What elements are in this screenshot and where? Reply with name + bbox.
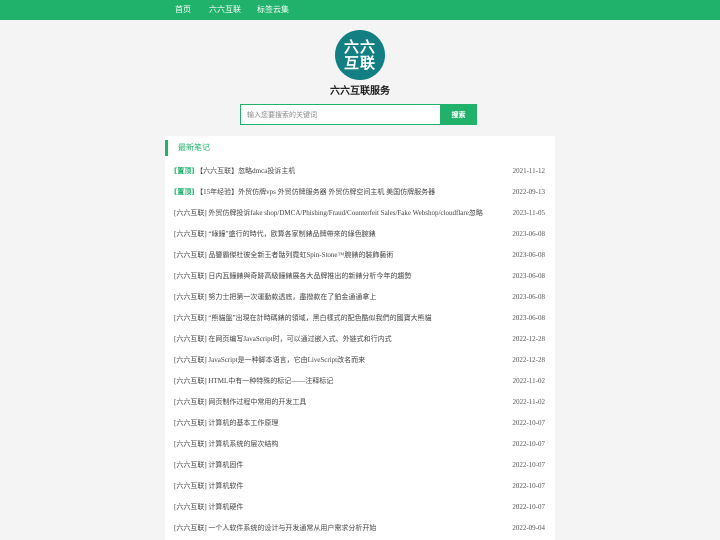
post-title: [六六互联] 一个人软件系统的设计与开发通常从用户需求分析开始 [174,524,377,532]
post-title-link[interactable]: [六六互联] 在网页编写JavaScript时，可以通过嵌入式、外链式和行内式 [174,329,392,350]
post-title-link[interactable]: [六六互联] HTML中有一种特殊的标记——注释标记 [174,371,333,392]
post-row[interactable]: [六六互联] 计算机的基本工作原理 2022-10-07 [165,413,555,434]
post-row[interactable]: [六六互联] 网页制作过程中常用的开发工具 2022-11-02 [165,392,555,413]
pinned-badge: [置顶] [174,167,195,175]
post-title: [六六互联] 计算机的基本工作原理 [174,419,279,427]
section-header: 最新笔记 [165,140,555,156]
post-title: [六六互联] JavaScript是一种脚本语言，它由LiveScript改名而… [174,356,366,364]
nav-item-liuliu[interactable]: 六六互联 [209,0,241,20]
post-date: 2023-06-08 [512,314,545,322]
post-row[interactable]: [六六互联] 品鑒霸傑杜彼全新王者骷列霓虹Spin-Stone™腕錶的裝飾藝術 2… [165,245,555,266]
post-row[interactable]: [六六互联] “綠鐘”盛行的時代，欧算各家制錶品牌帶來的綠色腕錶 2023-06-… [165,224,555,245]
post-list: [置顶] 【六六互联】忽略dmca投诉主机 2021-11-12 [置顶] 【15年… [165,161,555,539]
post-title-link[interactable]: [置顶] 【六六互联】忽略dmca投诉主机 [174,161,295,182]
post-title-link[interactable]: [六六互联] 日内瓦鐘錶與奇跡高級鐘錶展各大品牌推出的新錶分析今年的趨勢 [174,266,411,287]
pinned-badge: [置顶] [174,188,195,196]
post-date: 2022-10-07 [512,482,545,490]
post-date: 2021-11-12 [512,167,545,175]
site-title: 六六互联服务 [330,86,390,97]
post-title-link[interactable]: [六六互联] “熊貓盤”出現在計時碼錶的領域，黑白樣式的配色酷似我們的國寶大熊貓 [174,308,432,329]
post-row[interactable]: [六六互联] 一个人软件系统的设计与开发通常从用户需求分析开始 2022-09-0… [165,518,555,539]
post-date: 2022-10-07 [512,503,545,511]
post-row[interactable]: [六六互联] “熊貓盤”出現在計時碼錶的領域，黑白樣式的配色酷似我們的國寶大熊貓… [165,308,555,329]
post-title: [六六互联] 网页制作过程中常用的开发工具 [174,398,307,406]
post-date: 2022-09-13 [512,188,545,196]
site-logo[interactable]: 六六互联 [335,30,385,80]
top-navigation-bar: 首页 六六互联 标签云集 [0,0,720,20]
post-row[interactable]: [六六互联] 在网页编写JavaScript时，可以通过嵌入式、外链式和行内式 2… [165,329,555,350]
post-title-link[interactable]: [六六互联] 计算机硬件 [174,497,243,518]
post-title: 【15年经验】外贸仿牌vps 外贸仿牌服务器 外贸仿牌空间主机 美国仿牌服务器 [196,188,436,196]
post-title: [六六互联] 计算机系统的层次结构 [174,440,279,448]
post-title: [六六互联] 品鑒霸傑杜彼全新王者骷列霓虹Spin-Stone™腕錶的裝飾藝術 [174,251,394,259]
logo-text: 六六互联 [343,38,376,72]
post-row[interactable]: [六六互联] 计算机硬件 2022-10-07 [165,497,555,518]
post-date: 2023-06-08 [512,272,545,280]
post-date: 2023-06-08 [512,251,545,259]
post-title-link[interactable]: [六六互联] 计算机的基本工作原理 [174,413,278,434]
post-date: 2022-10-07 [512,440,545,448]
post-title-link[interactable]: [六六互联] 外贸仿牌投诉fake shop/DMCA/Phishing/Fra… [174,203,483,224]
search-input[interactable] [240,104,441,125]
post-title: [六六互联] 计算机软件 [174,482,244,490]
section-accent-bar [165,140,168,156]
post-row[interactable]: [六六互联] 计算机系统的层次结构 2022-10-07 [165,434,555,455]
post-title-link[interactable]: [六六互联] 计算机软件 [174,476,243,497]
post-title-link[interactable]: [六六互联] 品鑒霸傑杜彼全新王者骷列霓虹Spin-Stone™腕錶的裝飾藝術 [174,245,393,266]
post-date: 2022-12-28 [512,356,545,364]
post-title: [六六互联] 外贸仿牌投诉fake shop/DMCA/Phishing/Fra… [174,209,483,217]
post-title-link[interactable]: [六六互联] 计算机系统的层次结构 [174,434,278,455]
post-title-link[interactable]: [六六互联] 计算机固件 [174,455,243,476]
post-row[interactable]: [六六互联] 计算机软件 2022-10-07 [165,476,555,497]
post-row[interactable]: [六六互联] HTML中有一种特殊的标记——注释标记 2022-11-02 [165,371,555,392]
post-date: 2022-11-02 [512,398,545,406]
post-row[interactable]: [六六互联] 外贸仿牌投诉fake shop/DMCA/Phishing/Fra… [165,203,555,224]
nav-item-home[interactable]: 首页 [175,0,191,20]
post-date: 2023-11-05 [512,209,545,217]
post-title: [六六互联] HTML中有一种特殊的标记——注释标记 [174,377,334,385]
post-title: [六六互联] “綠鐘”盛行的時代，欧算各家制錶品牌帶來的綠色腕錶 [174,230,376,238]
post-title: [六六互联] “熊貓盤”出現在計時碼錶的領域，黑白樣式的配色酷似我們的國寶大熊貓 [174,314,432,322]
post-title-link[interactable]: [六六互联] 努力士把第一次運動款透底，盡撥款在了鉑金通通拿上 [174,287,376,308]
post-title-link[interactable]: [置顶] 【15年经验】外贸仿牌vps 外贸仿牌服务器 外贸仿牌空间主机 美国仿… [174,182,435,203]
post-title: 【六六互联】忽略dmca投诉主机 [196,167,296,175]
nav-item-tag-cloud[interactable]: 标签云集 [257,0,289,20]
post-date: 2022-11-02 [512,377,545,385]
post-title: [六六互联] 计算机硬件 [174,503,244,511]
post-title-link[interactable]: [六六互联] 网页制作过程中常用的开发工具 [174,392,306,413]
post-date: 2023-06-08 [512,230,545,238]
post-date: 2022-10-07 [512,419,545,427]
post-row[interactable]: [置顶] 【六六互联】忽略dmca投诉主机 2021-11-12 [165,161,555,182]
post-title-link[interactable]: [六六互联] 一个人软件系统的设计与开发通常从用户需求分析开始 [174,518,376,539]
post-row[interactable]: [六六互联] JavaScript是一种脚本语言，它由LiveScript改名而… [165,350,555,371]
post-title: [六六互联] 在网页编写JavaScript时，可以通过嵌入式、外链式和行内式 [174,335,392,343]
post-title-link[interactable]: [六六互联] “綠鐘”盛行的時代，欧算各家制錶品牌帶來的綠色腕錶 [174,224,376,245]
post-title-link[interactable]: [六六互联] JavaScript是一种脚本语言，它由LiveScript改名而… [174,350,365,371]
post-title: [六六互联] 日内瓦鐘錶與奇跡高級鐘錶展各大品牌推出的新錶分析今年的趨勢 [174,272,412,280]
post-title: [六六互联] 努力士把第一次運動款透底，盡撥款在了鉑金通通拿上 [174,293,377,301]
post-title: [六六互联] 计算机固件 [174,461,244,469]
post-date: 2022-12-28 [512,335,545,343]
post-row[interactable]: [六六互联] 计算机固件 2022-10-07 [165,455,555,476]
post-date: 2023-06-08 [512,293,545,301]
post-row[interactable]: [六六互联] 日内瓦鐘錶與奇跡高級鐘錶展各大品牌推出的新錶分析今年的趨勢 2023… [165,266,555,287]
latest-notes-panel: 最新笔记 [置顶] 【六六互联】忽略dmca投诉主机 2021-11-12 [置顶]… [165,136,555,540]
post-row[interactable]: [六六互联] 努力士把第一次運動款透底，盡撥款在了鉑金通通拿上 2023-06-0… [165,287,555,308]
post-date: 2022-10-07 [512,461,545,469]
post-row[interactable]: [置顶] 【15年经验】外贸仿牌vps 外贸仿牌服务器 外贸仿牌空间主机 美国仿… [165,182,555,203]
search-button[interactable]: 搜索 [440,104,477,125]
section-title: 最新笔记 [178,143,210,152]
post-date: 2022-09-04 [512,524,545,532]
